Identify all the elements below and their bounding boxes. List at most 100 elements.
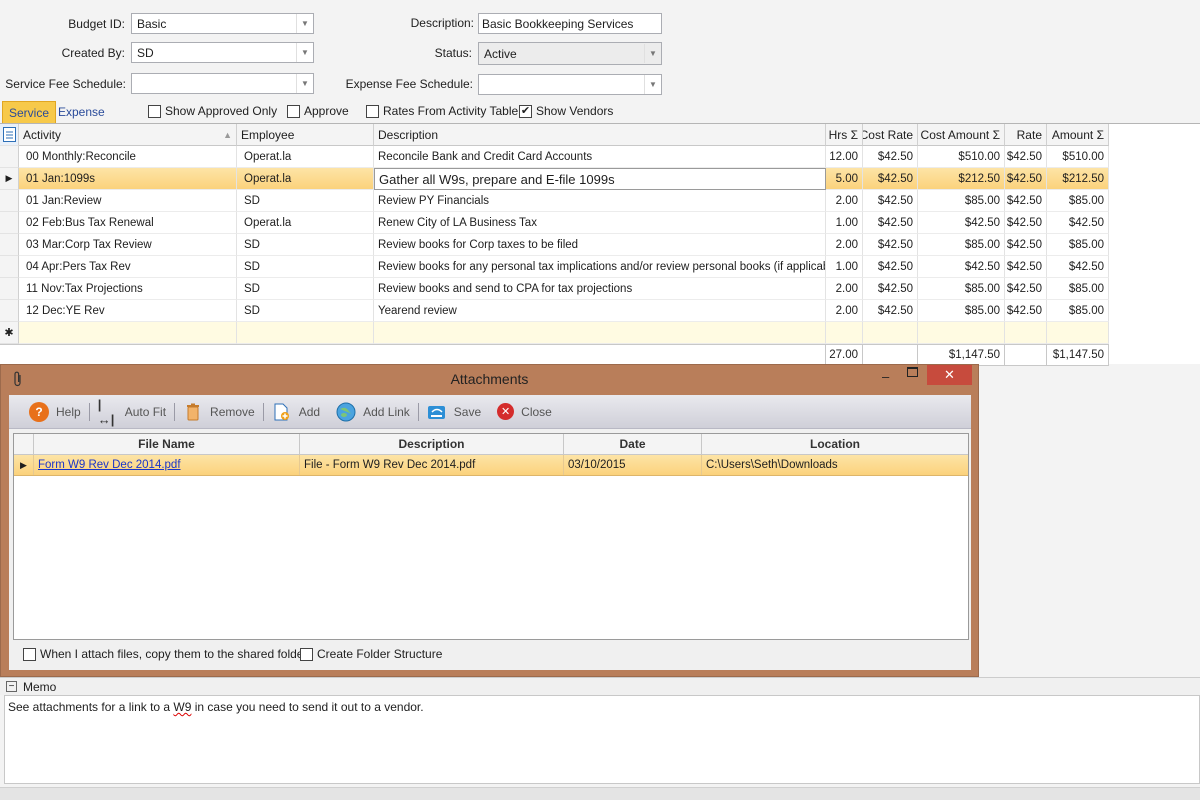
show-vendors-checkbox[interactable]: ✔ Show Vendors <box>519 104 613 118</box>
table-cell[interactable]: $42.50 <box>918 256 1005 278</box>
table-cell[interactable]: $85.00 <box>918 278 1005 300</box>
table-cell[interactable]: $42.50 <box>1005 256 1047 278</box>
table-cell[interactable]: $42.50 <box>1047 256 1109 278</box>
column-description[interactable]: Description <box>374 124 826 146</box>
row-indicator[interactable] <box>0 234 19 256</box>
table-cell[interactable]: Review books for any personal tax implic… <box>374 256 826 278</box>
column-cost-amount[interactable]: Cost Amount Σ <box>918 124 1005 146</box>
table-cell[interactable] <box>918 322 1005 344</box>
checkbox-box[interactable] <box>366 104 379 118</box>
column-location[interactable]: Location <box>702 434 968 454</box>
table-cell[interactable]: $85.00 <box>918 190 1005 212</box>
table-cell[interactable]: $510.00 <box>918 146 1005 168</box>
table-row[interactable]: 01 Jan:Review SD Review PY Financials 2.00 $… <box>0 190 1109 212</box>
table-cell[interactable]: Operat.la <box>237 146 374 168</box>
attachment-row[interactable]: ▶ Form W9 Rev Dec 2014.pdf File - Form W… <box>14 455 968 476</box>
table-cell[interactable]: 00 Monthly:Reconcile <box>19 146 237 168</box>
row-indicator[interactable] <box>0 190 19 212</box>
table-cell[interactable] <box>1047 322 1109 344</box>
copy-to-shared-folder-checkbox[interactable]: When I attach files, copy them to the sh… <box>23 647 307 661</box>
table-cell[interactable]: 12.00 <box>826 146 863 168</box>
approve-checkbox[interactable]: Approve <box>287 104 349 118</box>
add-button[interactable]: Add <box>264 395 328 428</box>
remove-button[interactable]: Remove <box>175 395 263 428</box>
service-fee-schedule-combo[interactable]: ▼ <box>131 73 314 94</box>
table-cell[interactable]: $42.50 <box>918 212 1005 234</box>
table-cell[interactable]: $510.00 <box>1047 146 1109 168</box>
table-cell[interactable]: 11 Nov:Tax Projections <box>19 278 237 300</box>
table-cell[interactable] <box>19 322 237 344</box>
column-date[interactable]: Date <box>564 434 702 454</box>
table-cell[interactable]: $42.50 <box>863 168 918 190</box>
close-icon[interactable]: ✕ <box>927 365 972 385</box>
chevron-down-icon[interactable]: ▼ <box>296 14 313 33</box>
chevron-down-icon[interactable]: ▼ <box>644 75 661 94</box>
table-cell[interactable]: SD <box>237 190 374 212</box>
table-cell[interactable]: $42.50 <box>1005 212 1047 234</box>
create-folder-structure-checkbox[interactable]: Create Folder Structure <box>300 647 442 661</box>
chevron-down-icon[interactable]: ▼ <box>296 43 313 62</box>
table-cell[interactable]: $85.00 <box>918 300 1005 322</box>
column-amount[interactable]: Amount Σ <box>1047 124 1109 146</box>
table-cell[interactable]: Operat.la <box>237 168 374 190</box>
created-by-combo[interactable]: SD ▼ <box>131 42 314 63</box>
maximize-icon[interactable] <box>907 367 918 377</box>
table-cell[interactable]: 01 Jan:Review <box>19 190 237 212</box>
table-cell[interactable]: 1.00 <box>826 212 863 234</box>
table-cell[interactable]: SD <box>237 256 374 278</box>
column-attachment-description[interactable]: Description <box>300 434 564 454</box>
table-cell[interactable]: $85.00 <box>1047 300 1109 322</box>
table-cell[interactable]: $42.50 <box>863 278 918 300</box>
table-cell[interactable]: $42.50 <box>1005 234 1047 256</box>
table-cell[interactable]: 5.00 <box>826 168 863 190</box>
row-indicator[interactable] <box>0 278 19 300</box>
table-cell[interactable]: $212.50 <box>1047 168 1109 190</box>
table-cell[interactable] <box>374 322 826 344</box>
table-row[interactable]: 12 Dec:YE Rev SD Yearend review 2.00 $42.50 $… <box>0 300 1109 322</box>
help-button[interactable]: ? Help <box>21 395 89 428</box>
table-cell[interactable]: $42.50 <box>863 234 918 256</box>
table-cell[interactable]: $42.50 <box>1005 278 1047 300</box>
table-cell[interactable]: SD <box>237 234 374 256</box>
table-cell[interactable]: 04 Apr:Pers Tax Rev <box>19 256 237 278</box>
memo-section-header[interactable]: − Memo <box>0 677 1200 695</box>
chevron-down-icon[interactable]: ▼ <box>644 44 661 63</box>
table-cell[interactable]: Yearend review <box>374 300 826 322</box>
table-cell[interactable]: $42.50 <box>1005 168 1047 190</box>
table-cell[interactable]: 2.00 <box>826 300 863 322</box>
column-cost-rate[interactable]: Cost Rate <box>863 124 918 146</box>
table-cell[interactable]: $85.00 <box>1047 190 1109 212</box>
table-cell[interactable]: Renew City of LA Business Tax <box>374 212 826 234</box>
tab-expense[interactable]: Expense <box>52 101 111 123</box>
grid-settings-icon[interactable] <box>0 124 19 146</box>
collapse-icon[interactable]: − <box>6 681 17 692</box>
status-combo[interactable]: Active ▼ <box>478 42 662 65</box>
auto-fit-button[interactable]: |↔| Auto Fit <box>90 395 174 428</box>
table-cell[interactable]: $42.50 <box>863 212 918 234</box>
table-cell[interactable]: $42.50 <box>1005 190 1047 212</box>
table-cell[interactable]: Gather all W9s, prepare and E-file 1099s <box>374 168 826 190</box>
minimize-icon[interactable]: – <box>882 369 889 384</box>
table-row[interactable]: 03 Mar:Corp Tax Review SD Review books for… <box>0 234 1109 256</box>
row-indicator[interactable] <box>0 256 19 278</box>
budget-id-combo[interactable]: Basic ▼ <box>131 13 314 34</box>
table-cell[interactable]: $42.50 <box>1005 300 1047 322</box>
table-cell[interactable]: $42.50 <box>863 146 918 168</box>
show-approved-only-checkbox[interactable]: Show Approved Only <box>148 104 277 118</box>
table-cell[interactable]: Review PY Financials <box>374 190 826 212</box>
checkbox-box[interactable] <box>300 647 313 661</box>
checkbox-box[interactable] <box>23 647 36 661</box>
add-link-button[interactable]: Add Link <box>328 395 418 428</box>
rates-from-activity-table-checkbox[interactable]: Rates From Activity Table <box>366 104 518 118</box>
close-button[interactable]: ✕ Close <box>489 395 560 428</box>
table-row[interactable]: 02 Feb:Bus Tax Renewal Operat.la Renew Cit… <box>0 212 1109 234</box>
table-cell[interactable]: $85.00 <box>918 234 1005 256</box>
table-row[interactable]: 11 Nov:Tax Projections SD Review books and… <box>0 278 1109 300</box>
table-cell[interactable]: 2.00 <box>826 234 863 256</box>
chevron-down-icon[interactable]: ▼ <box>296 74 313 93</box>
table-cell[interactable]: Reconcile Bank and Credit Card Accounts <box>374 146 826 168</box>
column-hrs[interactable]: Hrs Σ <box>826 124 863 146</box>
checkbox-box[interactable]: ✔ <box>519 104 532 118</box>
table-cell[interactable]: 1.00 <box>826 256 863 278</box>
table-cell[interactable]: 2.00 <box>826 278 863 300</box>
